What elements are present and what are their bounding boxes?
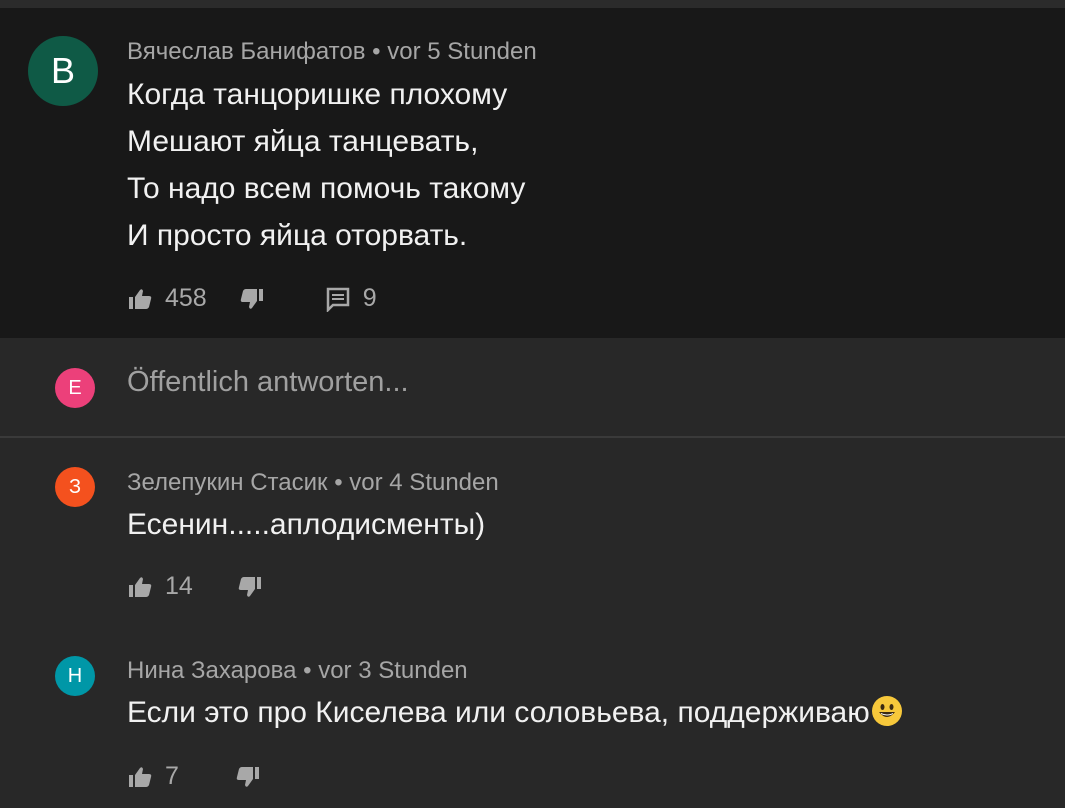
- like-button[interactable]: [127, 574, 153, 600]
- reply-input[interactable]: Öffentlich antworten...: [127, 366, 409, 399]
- avatar-letter: E: [68, 376, 82, 399]
- avatar-letter: B: [50, 50, 75, 91]
- comment-line: Мешают яйца танцевать,: [127, 125, 479, 158]
- grinning-face-icon: [872, 697, 901, 725]
- highlighted-comment: B Вячеслав Банифатов • vor 5 Stunden Ког…: [0, 8, 1065, 338]
- avatar[interactable]: B: [28, 36, 98, 106]
- timestamp[interactable]: vor 4 Stunden: [349, 469, 498, 496]
- timestamp[interactable]: vor 3 Stunden: [318, 657, 467, 684]
- comment-line: То надо всем помочь такому: [127, 172, 526, 205]
- divider: [0, 436, 1065, 438]
- thumb-down-icon: [235, 764, 261, 790]
- separator: •: [296, 657, 319, 684]
- comment-text: Если это про Киселева или соловьева, под…: [127, 689, 902, 736]
- avatar[interactable]: Н: [55, 656, 95, 696]
- like-button[interactable]: [127, 764, 153, 790]
- reply-box[interactable]: E Öffentlich antworten...: [0, 338, 1065, 436]
- avatar-letter: Н: [67, 664, 83, 687]
- comment-header: Вячеслав Банифатов • vor 5 Stunden: [127, 38, 537, 66]
- like-count: 7: [165, 762, 179, 790]
- like-count: 14: [165, 572, 193, 600]
- separator: •: [365, 38, 388, 65]
- comment-line-text: Если это про Киселева или соловьева, под…: [127, 696, 870, 729]
- dislike-button[interactable]: [237, 574, 263, 600]
- avatar-letter: З: [68, 475, 82, 498]
- comment-text: Когда танцоришке плохому Мешают яйца тан…: [127, 71, 525, 259]
- thumb-up-icon: [127, 286, 153, 312]
- comment-text: Есенин.....аплодисменты): [127, 501, 485, 548]
- comment-header: Зелепукин Стасик • vor 4 Stunden: [127, 469, 499, 497]
- author-name[interactable]: Вячеслав Банифатов: [127, 38, 366, 65]
- grinning-face-emoji: [871, 696, 902, 726]
- top-bar: [0, 0, 1065, 8]
- comment-icon: [325, 286, 351, 312]
- timestamp[interactable]: vor 5 Stunden: [387, 38, 536, 65]
- thumb-up-icon: [127, 764, 153, 790]
- thumb-down-icon: [237, 574, 263, 600]
- avatar[interactable]: З: [55, 467, 95, 507]
- separator: •: [327, 469, 350, 496]
- thumb-down-icon: [239, 286, 265, 312]
- user-avatar: E: [55, 368, 95, 408]
- author-name[interactable]: Нина Захарова: [127, 657, 296, 684]
- comment-line: Когда танцоришке плохому: [127, 78, 508, 111]
- replies-button[interactable]: [325, 286, 351, 312]
- like-button[interactable]: [127, 286, 153, 312]
- comment-line: И просто яйца оторвать.: [127, 219, 468, 252]
- author-name[interactable]: Зелепукин Стасик: [127, 469, 328, 496]
- comment-actions: 7: [127, 762, 261, 791]
- like-count: 458: [165, 284, 207, 312]
- reply-count: 9: [362, 284, 377, 312]
- dislike-button[interactable]: [239, 286, 265, 312]
- comment-actions: 14: [127, 572, 263, 601]
- comment-actions: 458 9: [127, 284, 377, 313]
- comment-header: Нина Захарова • vor 3 Stunden: [127, 657, 468, 685]
- comment-line: Есенин.....аплодисменты): [127, 508, 486, 541]
- comment-line: Если это про Киселева или соловьева, под…: [127, 689, 902, 736]
- dislike-button[interactable]: [235, 764, 261, 790]
- thumb-up-icon: [127, 574, 153, 600]
